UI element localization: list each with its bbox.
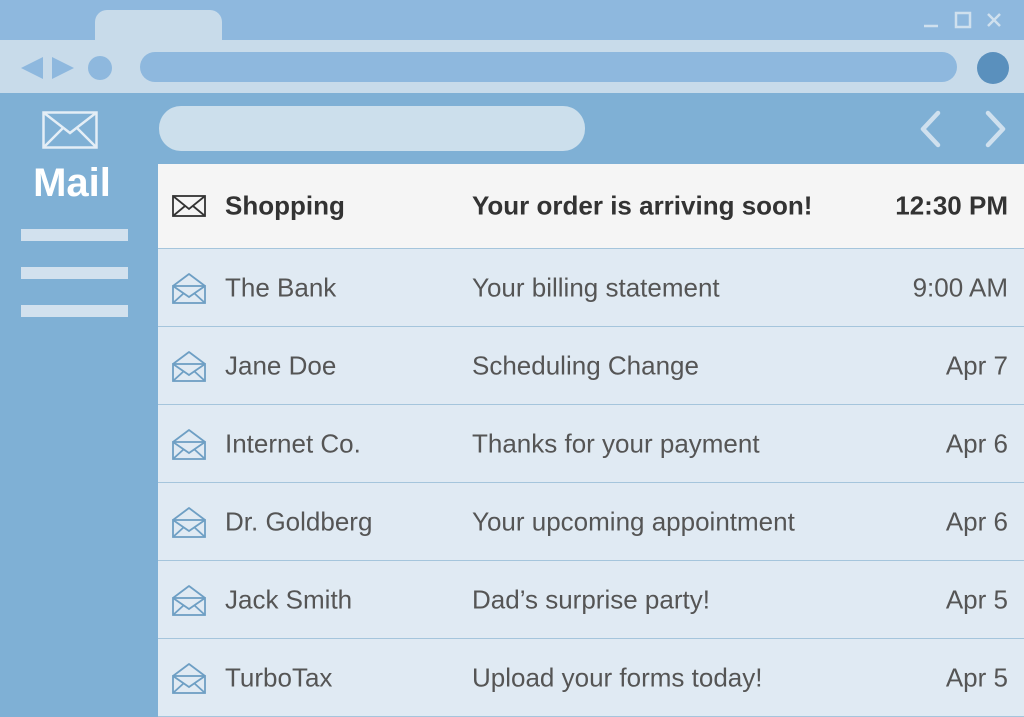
open-envelope-icon	[172, 662, 206, 694]
sidebar-menu-item-1[interactable]	[21, 229, 128, 241]
message-subject: Your billing statement	[472, 272, 720, 302]
message-row[interactable]: Jack Smith Dad’s surprise party! Apr 5	[158, 561, 1024, 639]
app-title: Mail	[33, 161, 111, 205]
message-subject: Thanks for your payment	[472, 428, 760, 458]
message-sender: Shopping	[225, 190, 345, 221]
message-row[interactable]: Shopping Your order is arriving soon! 12…	[158, 164, 1024, 249]
closed-envelope-icon	[172, 195, 206, 217]
chevron-right-icon[interactable]	[984, 110, 1008, 148]
message-row[interactable]: Jane Doe Scheduling Change Apr 7	[158, 327, 1024, 405]
message-sender: TurboTax	[225, 662, 333, 692]
envelope-icon	[42, 111, 98, 149]
message-time: Apr 6	[945, 506, 1008, 536]
forward-arrow-icon[interactable]	[52, 57, 74, 79]
back-arrow-icon[interactable]	[21, 57, 43, 79]
message-subject: Dad’s surprise party!	[472, 584, 710, 614]
message-time: 9:00 AM	[912, 272, 1008, 302]
address-bar[interactable]	[140, 52, 957, 82]
profile-avatar[interactable]	[977, 52, 1009, 84]
message-sender: Internet Co.	[225, 428, 361, 458]
message-subject: Upload your forms today!	[472, 662, 763, 692]
message-sender: The Bank	[225, 272, 337, 302]
message-time: 12:30 PM	[895, 190, 1008, 221]
close-icon	[987, 13, 1001, 27]
search-input[interactable]	[159, 106, 585, 151]
message-list: Shopping Your order is arriving soon! 12…	[158, 164, 1024, 717]
minimize-button[interactable]	[919, 8, 943, 32]
maximize-button[interactable]	[951, 8, 975, 32]
message-sender: Jane Doe	[225, 350, 337, 380]
open-envelope-icon	[172, 506, 206, 538]
message-subject: Your order is arriving soon!	[472, 190, 813, 221]
message-subject: Scheduling Change	[472, 350, 699, 380]
message-sender: Dr. Goldberg	[225, 506, 373, 536]
message-time: Apr 6	[945, 428, 1008, 458]
close-window-button[interactable]	[982, 8, 1006, 32]
maximize-icon	[954, 11, 972, 29]
open-envelope-icon	[172, 428, 206, 460]
browser-tab[interactable]	[95, 10, 222, 44]
chevron-left-icon[interactable]	[918, 110, 942, 148]
message-sender: Jack Smith	[225, 584, 353, 614]
message-row[interactable]: The Bank Your billing statement 9:00 AM	[158, 249, 1024, 327]
message-subject: Your upcoming appointment	[472, 506, 795, 536]
open-envelope-icon	[172, 350, 206, 382]
message-time: Apr 5	[945, 662, 1008, 692]
message-row[interactable]: Dr. Goldberg Your upcoming appointment A…	[158, 483, 1024, 561]
open-envelope-icon	[172, 584, 206, 616]
sidebar-menu-item-3[interactable]	[21, 305, 128, 317]
sidebar-menu-item-2[interactable]	[21, 267, 128, 279]
refresh-button[interactable]	[88, 56, 112, 80]
minimize-icon	[924, 24, 938, 28]
message-time: Apr 7	[945, 350, 1008, 380]
open-envelope-icon	[172, 272, 206, 304]
message-time: Apr 5	[945, 584, 1008, 614]
message-row[interactable]: TurboTax Upload your forms today! Apr 5	[158, 639, 1024, 717]
message-row[interactable]: Internet Co. Thanks for your payment Apr…	[158, 405, 1024, 483]
